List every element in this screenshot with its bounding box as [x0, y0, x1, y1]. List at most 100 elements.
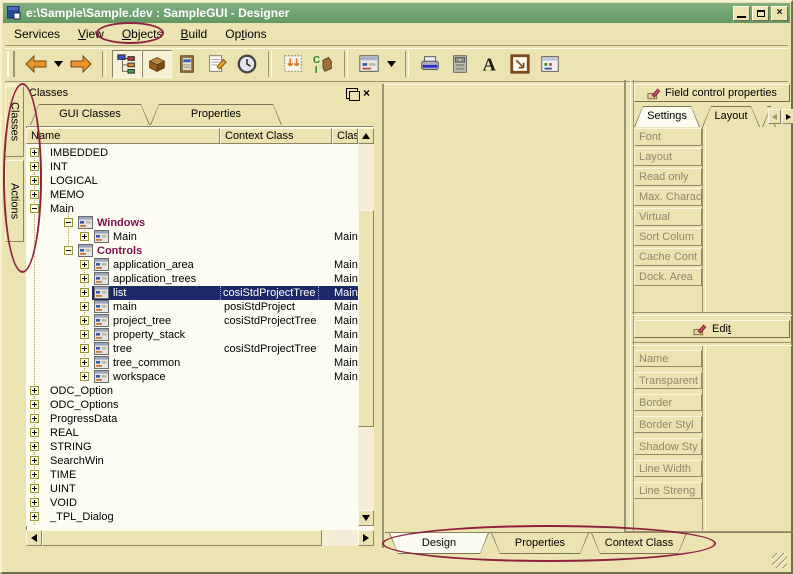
- toolbar-button-image[interactable]: [505, 50, 535, 78]
- prop-cache-cont-button[interactable]: Cache Cont: [634, 248, 702, 266]
- minimize-button[interactable]: [733, 6, 750, 21]
- collapse-icon[interactable]: [64, 246, 73, 255]
- style-transparent-button[interactable]: Transparent: [634, 372, 702, 389]
- tree-row-project-tree[interactable]: project_treecosiStdProjectTreeMain: [26, 314, 358, 328]
- toolbar-button-book[interactable]: [172, 50, 202, 78]
- close-panel-icon[interactable]: ×: [363, 87, 370, 99]
- toolbar-button-printer[interactable]: [415, 50, 445, 78]
- tab-settings[interactable]: Settings: [634, 106, 700, 127]
- tab-layout[interactable]: Layout: [702, 106, 760, 127]
- prop-dock-area-button[interactable]: Dock. Area: [634, 268, 702, 286]
- tab-properties[interactable]: Properties: [150, 104, 282, 125]
- tree-row-controls[interactable]: Controls: [26, 244, 358, 258]
- tree-row-windows[interactable]: Windows: [26, 216, 358, 230]
- tree-row-main[interactable]: Main: [26, 202, 358, 216]
- column-class[interactable]: Class: [332, 128, 358, 144]
- menu-build[interactable]: Build: [172, 25, 217, 43]
- tree-row-imbedded[interactable]: IMBEDDED: [26, 146, 358, 160]
- expand-icon[interactable]: [80, 288, 89, 297]
- toolbar-grip[interactable]: [7, 51, 15, 77]
- toolbar-button-forward-arrow[interactable]: [66, 50, 96, 78]
- expand-icon[interactable]: [30, 428, 39, 437]
- toolbar-button-table-import[interactable]: [278, 50, 308, 78]
- tree-row-workspace[interactable]: workspaceMain: [26, 370, 358, 384]
- tree-row-odc-options[interactable]: ODC_Options: [26, 398, 358, 412]
- tree-row-string[interactable]: STRING: [26, 440, 358, 454]
- scroll-down-button[interactable]: [358, 510, 374, 526]
- toolbar-button-hierarchy[interactable]: [112, 50, 142, 78]
- scroll-up-button[interactable]: [358, 128, 374, 144]
- expand-icon[interactable]: [30, 456, 39, 465]
- horizontal-scroll-thumb[interactable]: [42, 530, 322, 546]
- expand-icon[interactable]: [30, 400, 39, 409]
- tree-row-application-trees[interactable]: application_treesMain: [26, 272, 358, 286]
- edit-button[interactable]: Edit: [634, 320, 790, 338]
- expand-icon[interactable]: [30, 484, 39, 493]
- tab-scroll-right-button[interactable]: [782, 109, 793, 124]
- tab-gui-classes[interactable]: GUI Classes: [30, 104, 150, 125]
- collapse-icon[interactable]: [64, 218, 73, 227]
- tab-scroll-left-button[interactable]: [768, 109, 781, 124]
- style-name-button[interactable]: Name: [634, 350, 702, 367]
- prop-max-charac-button[interactable]: Max. Charac: [634, 188, 702, 206]
- style-border-button[interactable]: Border: [634, 394, 702, 411]
- expand-icon[interactable]: [30, 386, 39, 395]
- toolbar-button-form-select[interactable]: [354, 50, 384, 78]
- toolbar-button-window-form[interactable]: [535, 50, 565, 78]
- maximize-button[interactable]: [752, 6, 769, 21]
- tree-row-main[interactable]: MainMain: [26, 230, 358, 244]
- expand-icon[interactable]: [80, 232, 89, 241]
- toolbar-button-edit-document[interactable]: [202, 50, 232, 78]
- style-line-width-button[interactable]: Line Width: [634, 460, 702, 477]
- toolbar-button-class-install[interactable]: CI: [308, 50, 338, 78]
- tree-row-tpl-dialogextended[interactable]: _TPL_DialogExtended: [26, 524, 358, 526]
- column-context-class[interactable]: Context Class: [220, 128, 332, 144]
- tree-row-tree[interactable]: treecosiStdProjectTreeMain: [26, 342, 358, 356]
- prop-font-button[interactable]: Font: [634, 128, 702, 146]
- tree-row-tpl-dialog[interactable]: _TPL_Dialog: [26, 510, 358, 524]
- tree-row-void[interactable]: VOID: [26, 496, 358, 510]
- menu-options[interactable]: Options: [216, 25, 275, 43]
- style-border-styl-button[interactable]: Border Styl: [634, 416, 702, 433]
- expand-icon[interactable]: [80, 344, 89, 353]
- tree-row-time[interactable]: TIME: [26, 468, 358, 482]
- expand-icon[interactable]: [80, 330, 89, 339]
- tree-row-property-stack[interactable]: property_stackMain: [26, 328, 358, 342]
- scroll-right-button[interactable]: [358, 530, 374, 546]
- tree-row-memo[interactable]: MEMO: [26, 188, 358, 202]
- expand-icon[interactable]: [30, 498, 39, 507]
- tree-row-int[interactable]: INT: [26, 160, 358, 174]
- title-bar[interactable]: e:\Sample\Sample.dev : SampleGUI - Desig…: [3, 3, 790, 23]
- prop-sort-colum-button[interactable]: Sort Colum: [634, 228, 702, 246]
- tree-row-logical[interactable]: LOGICAL: [26, 174, 358, 188]
- tree-row-uint[interactable]: UINT: [26, 482, 358, 496]
- style-shadow-sty-button[interactable]: Shadow Sty: [634, 438, 702, 455]
- expand-icon[interactable]: [80, 358, 89, 367]
- tree-row-tree-common[interactable]: tree_commonMain: [26, 356, 358, 370]
- prop-virtual-button[interactable]: Virtual: [634, 208, 702, 226]
- expand-icon[interactable]: [30, 414, 39, 423]
- toolbar-button-font[interactable]: A: [475, 50, 505, 78]
- tree-row-main[interactable]: mainposiStdProjectMain: [26, 300, 358, 314]
- menu-services[interactable]: Services: [5, 25, 69, 43]
- tree-row-real[interactable]: REAL: [26, 426, 358, 440]
- toolbar-button-cabinet[interactable]: [445, 50, 475, 78]
- tree-horizontal-scrollbar[interactable]: [26, 530, 374, 546]
- toolbar-button-dropdown-arrow[interactable]: [51, 50, 66, 78]
- toolbar-button-clock[interactable]: [232, 50, 262, 78]
- prop-read-only-button[interactable]: Read only: [634, 168, 702, 186]
- toolbar-button-component[interactable]: [142, 50, 172, 78]
- vertical-scroll-thumb[interactable]: [358, 210, 374, 427]
- expand-icon[interactable]: [80, 274, 89, 283]
- tree-row-progressdata[interactable]: ProgressData: [26, 412, 358, 426]
- float-panel-icon[interactable]: [346, 88, 358, 99]
- tree-vertical-scrollbar[interactable]: [358, 128, 374, 526]
- tree-row-list[interactable]: listcosiStdProjectTreeMain: [26, 286, 358, 300]
- tree-row-application-area[interactable]: application_areaMain: [26, 258, 358, 272]
- prop-layout-button[interactable]: Layout: [634, 148, 702, 166]
- expand-icon[interactable]: [30, 442, 39, 451]
- scroll-left-button[interactable]: [26, 530, 42, 546]
- expand-icon[interactable]: [80, 260, 89, 269]
- toolbar-button-dropdown-arrow[interactable]: [384, 50, 399, 78]
- expand-icon[interactable]: [80, 372, 89, 381]
